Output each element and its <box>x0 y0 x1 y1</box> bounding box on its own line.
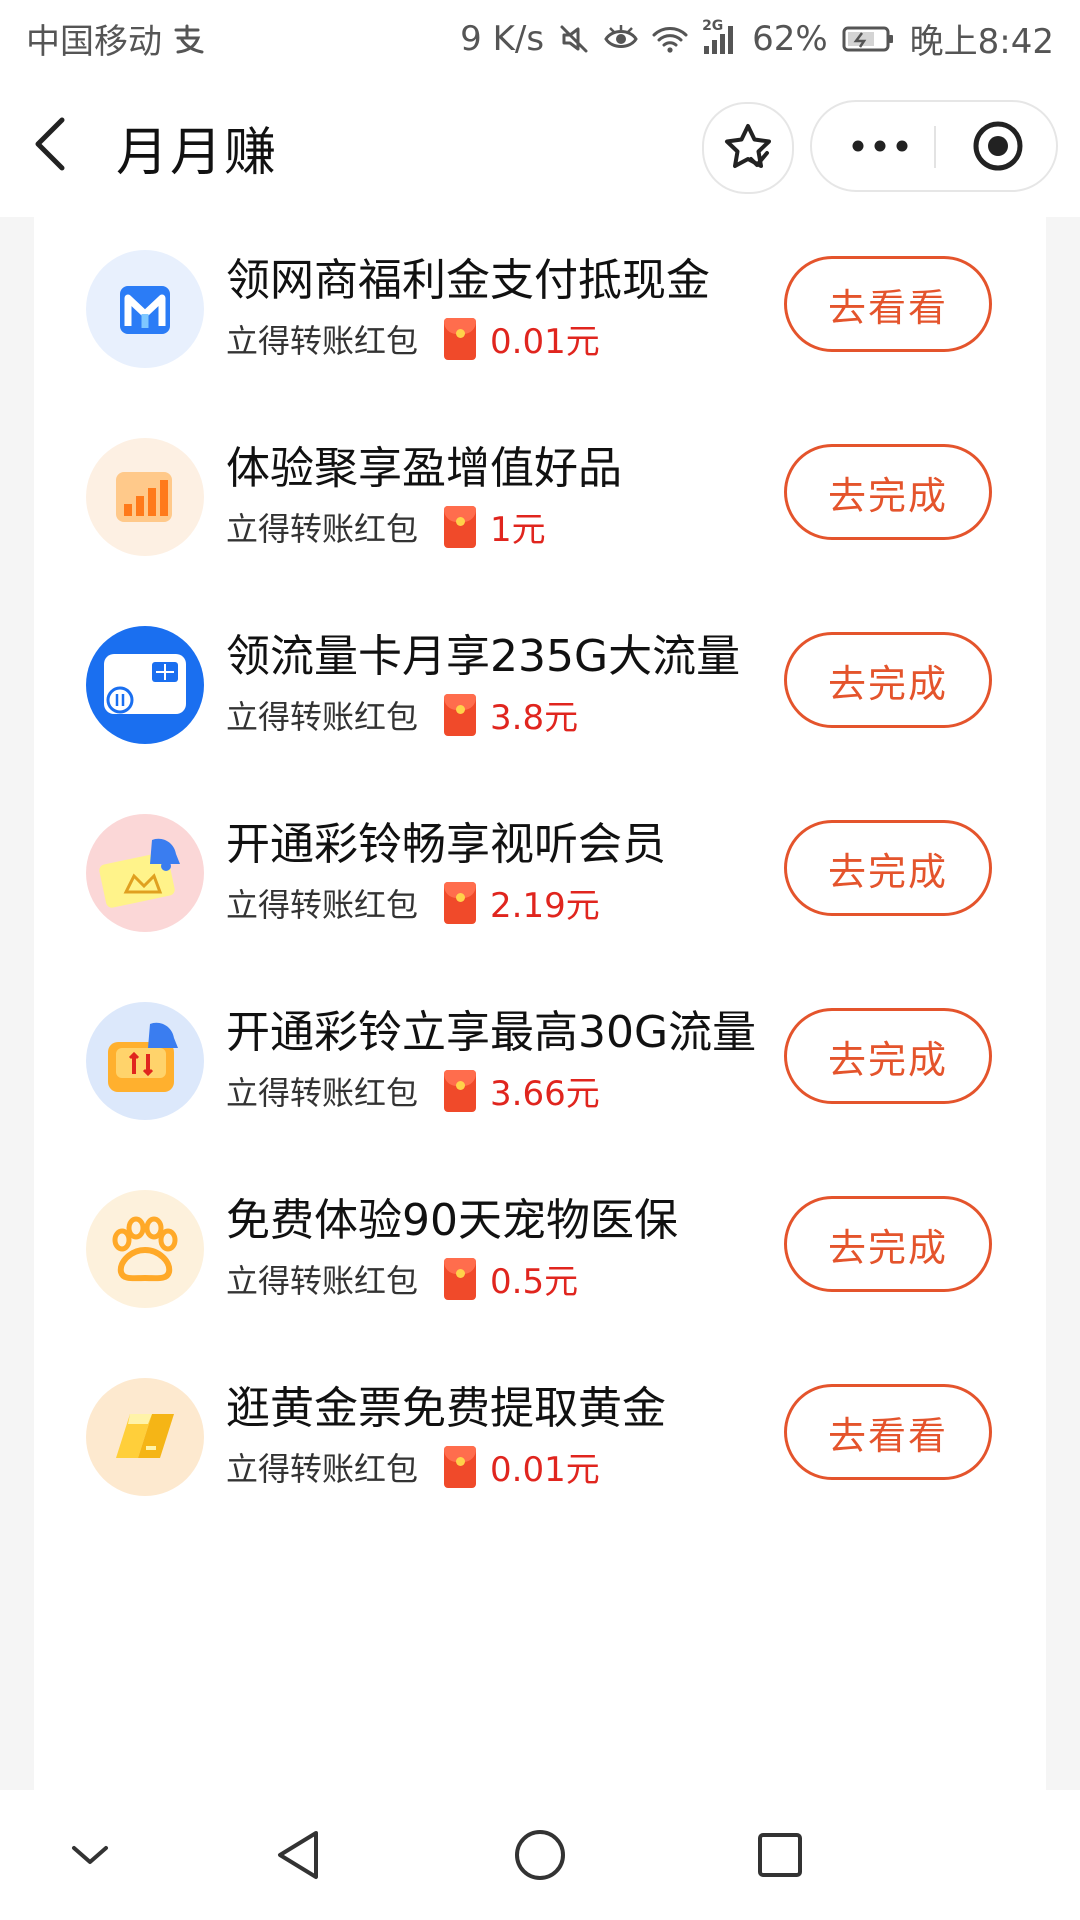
reward-amount: 0.5元 <box>490 1262 579 1302</box>
gold-bar-icon <box>86 1378 204 1496</box>
reward-amount: 1元 <box>490 510 546 550</box>
task-subtitle: 立得转账红包 2.19元 <box>226 878 600 927</box>
reward-amount: 0.01元 <box>490 322 600 362</box>
more-icon[interactable] <box>830 102 930 190</box>
task-title: 体验聚享盈增值好品 <box>226 443 622 494</box>
go-view-button[interactable]: 去看看 <box>784 1384 992 1480</box>
red-packet-icon <box>444 1069 477 1112</box>
mute-icon <box>558 23 590 55</box>
red-packet-icon <box>444 1445 477 1488</box>
status-bar: 中国移动 9 K/s 2G 62% 晚上8:42 <box>0 0 1080 74</box>
red-packet-icon <box>444 505 477 548</box>
system-nav-bar <box>0 1790 1080 1920</box>
red-packet-icon <box>444 317 477 360</box>
mini-program-capsule <box>810 100 1058 192</box>
star-icon[interactable] <box>702 102 794 194</box>
vip-ticket-icon <box>86 814 204 932</box>
go-complete-button[interactable]: 去完成 <box>784 632 992 728</box>
back-icon[interactable] <box>30 114 90 178</box>
reward-amount: 3.8元 <box>490 698 579 738</box>
battery-icon <box>842 25 896 53</box>
task-item: 逛黄金票免费提取黄金 立得转账红包 0.01元 去看看 <box>34 1360 1046 1560</box>
task-subtitle: 立得转账红包 0.5元 <box>226 1254 578 1303</box>
task-title: 开通彩铃立享最高30G流量 <box>226 1007 757 1058</box>
reward-label: 立得转账红包 <box>226 509 419 548</box>
reward-label: 立得转账红包 <box>226 885 419 924</box>
task-subtitle: 立得转账红包 1元 <box>226 502 546 551</box>
signal-type-label: 2G <box>702 17 724 34</box>
reward-amount: 3.66元 <box>490 1074 600 1114</box>
reward-label: 立得转账红包 <box>226 321 419 360</box>
task-subtitle: 立得转账红包 0.01元 <box>226 314 600 363</box>
eye-icon <box>604 24 638 53</box>
reward-amount: 2.19元 <box>490 886 600 926</box>
task-title: 开通彩铃畅享视听会员 <box>226 819 666 870</box>
carrier-name: 中国移动 <box>26 22 162 62</box>
data-traffic-icon <box>86 1002 204 1120</box>
task-item: 免费体验90天宠物医保 立得转账红包 0.5元 去完成 <box>34 1172 1046 1372</box>
battery-percent: 62% <box>752 18 828 59</box>
mybank-icon <box>86 250 204 368</box>
home-icon[interactable] <box>500 1820 580 1890</box>
task-item: 领网商福利金支付抵现金 立得转账红包 0.01元 去看看 <box>34 232 1046 432</box>
reward-label: 立得转账红包 <box>226 697 419 736</box>
go-view-button[interactable]: 去看看 <box>784 256 992 352</box>
task-title: 领网商福利金支付抵现金 <box>226 255 710 306</box>
bar-chart-icon <box>86 438 204 556</box>
reward-label: 立得转账红包 <box>226 1073 419 1112</box>
red-packet-icon <box>444 881 477 924</box>
task-title: 逛黄金票免费提取黄金 <box>226 1383 666 1434</box>
red-packet-icon <box>444 1257 477 1300</box>
signal-icon: 2G <box>702 18 738 54</box>
go-complete-button[interactable]: 去完成 <box>784 1196 992 1292</box>
task-item: 领流量卡月享235G大流量 立得转账红包 3.8元 去完成 <box>34 608 1046 808</box>
task-subtitle: 立得转账红包 3.66元 <box>226 1066 600 1115</box>
go-complete-button[interactable]: 去完成 <box>784 1008 992 1104</box>
task-title: 免费体验90天宠物医保 <box>226 1195 678 1246</box>
alipay-icon <box>172 24 206 54</box>
header: 月月赚 <box>0 74 1080 217</box>
wifi-icon <box>652 25 688 53</box>
task-item: 开通彩铃畅享视听会员 立得转账红包 2.19元 去完成 <box>34 796 1046 996</box>
sim-card-icon <box>86 626 204 744</box>
task-item: 体验聚享盈增值好品 立得转账红包 1元 去完成 <box>34 420 1046 620</box>
go-complete-button[interactable]: 去完成 <box>784 820 992 916</box>
page-title: 月月赚 <box>116 123 279 183</box>
go-complete-button[interactable]: 去完成 <box>784 444 992 540</box>
net-speed: 9 K/s <box>460 18 545 59</box>
task-title: 领流量卡月享235G大流量 <box>226 631 741 682</box>
paw-icon <box>86 1190 204 1308</box>
reward-label: 立得转账红包 <box>226 1449 419 1488</box>
task-list: 领网商福利金支付抵现金 立得转账红包 0.01元 去看看 体验聚享盈增值好品 立… <box>34 217 1046 1790</box>
task-item: 开通彩铃立享最高30G流量 立得转账红包 3.66元 去完成 <box>34 984 1046 1184</box>
reward-amount: 0.01元 <box>490 1450 600 1490</box>
nav-back-icon[interactable] <box>258 1820 338 1890</box>
red-packet-icon <box>444 693 477 736</box>
task-subtitle: 立得转账红包 0.01元 <box>226 1442 600 1491</box>
task-subtitle: 立得转账红包 3.8元 <box>226 690 578 739</box>
capsule-divider <box>934 126 936 168</box>
recents-icon[interactable] <box>740 1820 820 1890</box>
clock: 晚上8:42 <box>909 22 1054 62</box>
reward-label: 立得转账红包 <box>226 1261 419 1300</box>
collapse-icon[interactable] <box>50 1820 130 1890</box>
close-icon[interactable] <box>952 102 1044 190</box>
